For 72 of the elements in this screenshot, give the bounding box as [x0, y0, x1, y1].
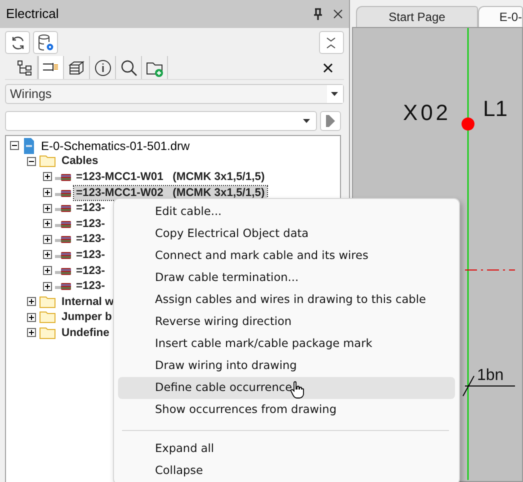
collapse-button[interactable]	[318, 31, 344, 54]
hand-cursor-icon	[290, 380, 304, 399]
expand-toggle[interactable]	[43, 234, 52, 244]
menu-item[interactable]: Define cable occurrence	[118, 377, 455, 399]
search-icon	[120, 58, 138, 76]
terminal-label: X02	[402, 100, 448, 125]
expand-toggle[interactable]	[26, 156, 36, 166]
filter-field[interactable]	[5, 111, 317, 131]
expand-toggle[interactable]	[43, 204, 52, 213]
tree-item[interactable]: =123-	[74, 279, 107, 294]
dropdown-caret-icon	[331, 92, 338, 96]
menu-item[interactable]: Draw wiring into drawing	[118, 355, 455, 377]
document-tab[interactable]: Start Page	[356, 6, 478, 27]
folder-icon	[38, 294, 56, 310]
close-icon[interactable]	[332, 9, 343, 19]
expand-toggle[interactable]	[43, 250, 52, 260]
panel-title: Electrical	[6, 5, 60, 24]
collapse-icon	[325, 36, 338, 50]
expand-toggle[interactable]	[26, 312, 36, 322]
menu-item[interactable]: Assign cables and wires in drawing to this cable	[118, 289, 455, 311]
tree-item[interactable]: =123-	[74, 201, 107, 216]
folder-icon	[38, 309, 56, 326]
tick-mark	[462, 376, 474, 396]
menu-item[interactable]: Insert cable mark/cable package mark	[118, 333, 455, 355]
menu-item[interactable]: Collapse	[118, 460, 455, 482]
folder-icon	[38, 324, 56, 341]
file-icon	[22, 138, 36, 154]
tree-item[interactable]: =123-	[74, 248, 107, 262]
refresh-icon	[10, 34, 26, 50]
menu-item[interactable]: Expand all	[118, 438, 455, 460]
menu-item[interactable]: Copy Electrical Object data	[118, 223, 455, 245]
terminal-label: L1	[482, 96, 508, 121]
expand-toggle[interactable]	[26, 297, 36, 306]
close-icon[interactable]	[322, 62, 333, 72]
expand-toggle[interactable]	[43, 219, 52, 228]
database-gear-icon	[36, 34, 54, 52]
menu-item[interactable]: Connect and mark cable and its wires	[118, 245, 455, 267]
view-tab[interactable]	[38, 56, 64, 79]
type-dropdown[interactable]: Wirings	[5, 84, 344, 104]
refresh-button[interactable]	[5, 31, 30, 54]
menu-item[interactable]: Reverse wiring direction	[118, 311, 455, 333]
play-arrow-icon	[326, 115, 335, 127]
document-tab[interactable]: E-0-	[478, 6, 523, 27]
tree-item[interactable]: =123-MCC1-W02 (MCMK 3x1,5/1,5)	[74, 186, 267, 200]
expand-toggle[interactable]	[43, 172, 52, 182]
tree-item[interactable]: =123-MCC1-W01 (MCMK 3x1,5/1,5)	[74, 170, 267, 184]
tree-item[interactable]: Jumper b	[60, 310, 114, 324]
go-button[interactable]	[320, 111, 341, 131]
tree-item[interactable]: =123-	[74, 216, 107, 231]
wire-label: 1bn	[476, 367, 504, 384]
folder-icon	[38, 153, 56, 170]
pin-icon[interactable]	[312, 8, 323, 20]
tree-item[interactable]: Internal w	[60, 294, 116, 309]
tree-item[interactable]: Cables	[60, 154, 100, 168]
tree-item[interactable]: =123-	[74, 232, 107, 246]
tree-view-icon	[16, 58, 34, 76]
layers-icon	[68, 58, 86, 76]
expand-toggle[interactable]	[26, 328, 36, 338]
tree-item[interactable]: E-0-Schematics-01-501.drw	[39, 138, 192, 153]
tree-item[interactable]: =123-	[74, 264, 107, 278]
dropdown-caret-icon	[302, 119, 310, 123]
expand-toggle[interactable]	[10, 141, 19, 150]
database-settings-button[interactable]	[33, 31, 58, 54]
expand-toggle[interactable]	[43, 188, 52, 198]
expand-toggle[interactable]	[43, 266, 52, 276]
tree-item[interactable]: Undefine	[60, 326, 112, 340]
info-icon	[94, 58, 112, 76]
menu-item[interactable]: Show occurrences from drawing	[118, 399, 455, 421]
connection-dot	[461, 118, 474, 130]
menu-item[interactable]: Edit cable...	[118, 201, 455, 223]
menu-item[interactable]: Draw cable termination...	[118, 267, 455, 289]
expand-toggle[interactable]	[43, 282, 52, 291]
